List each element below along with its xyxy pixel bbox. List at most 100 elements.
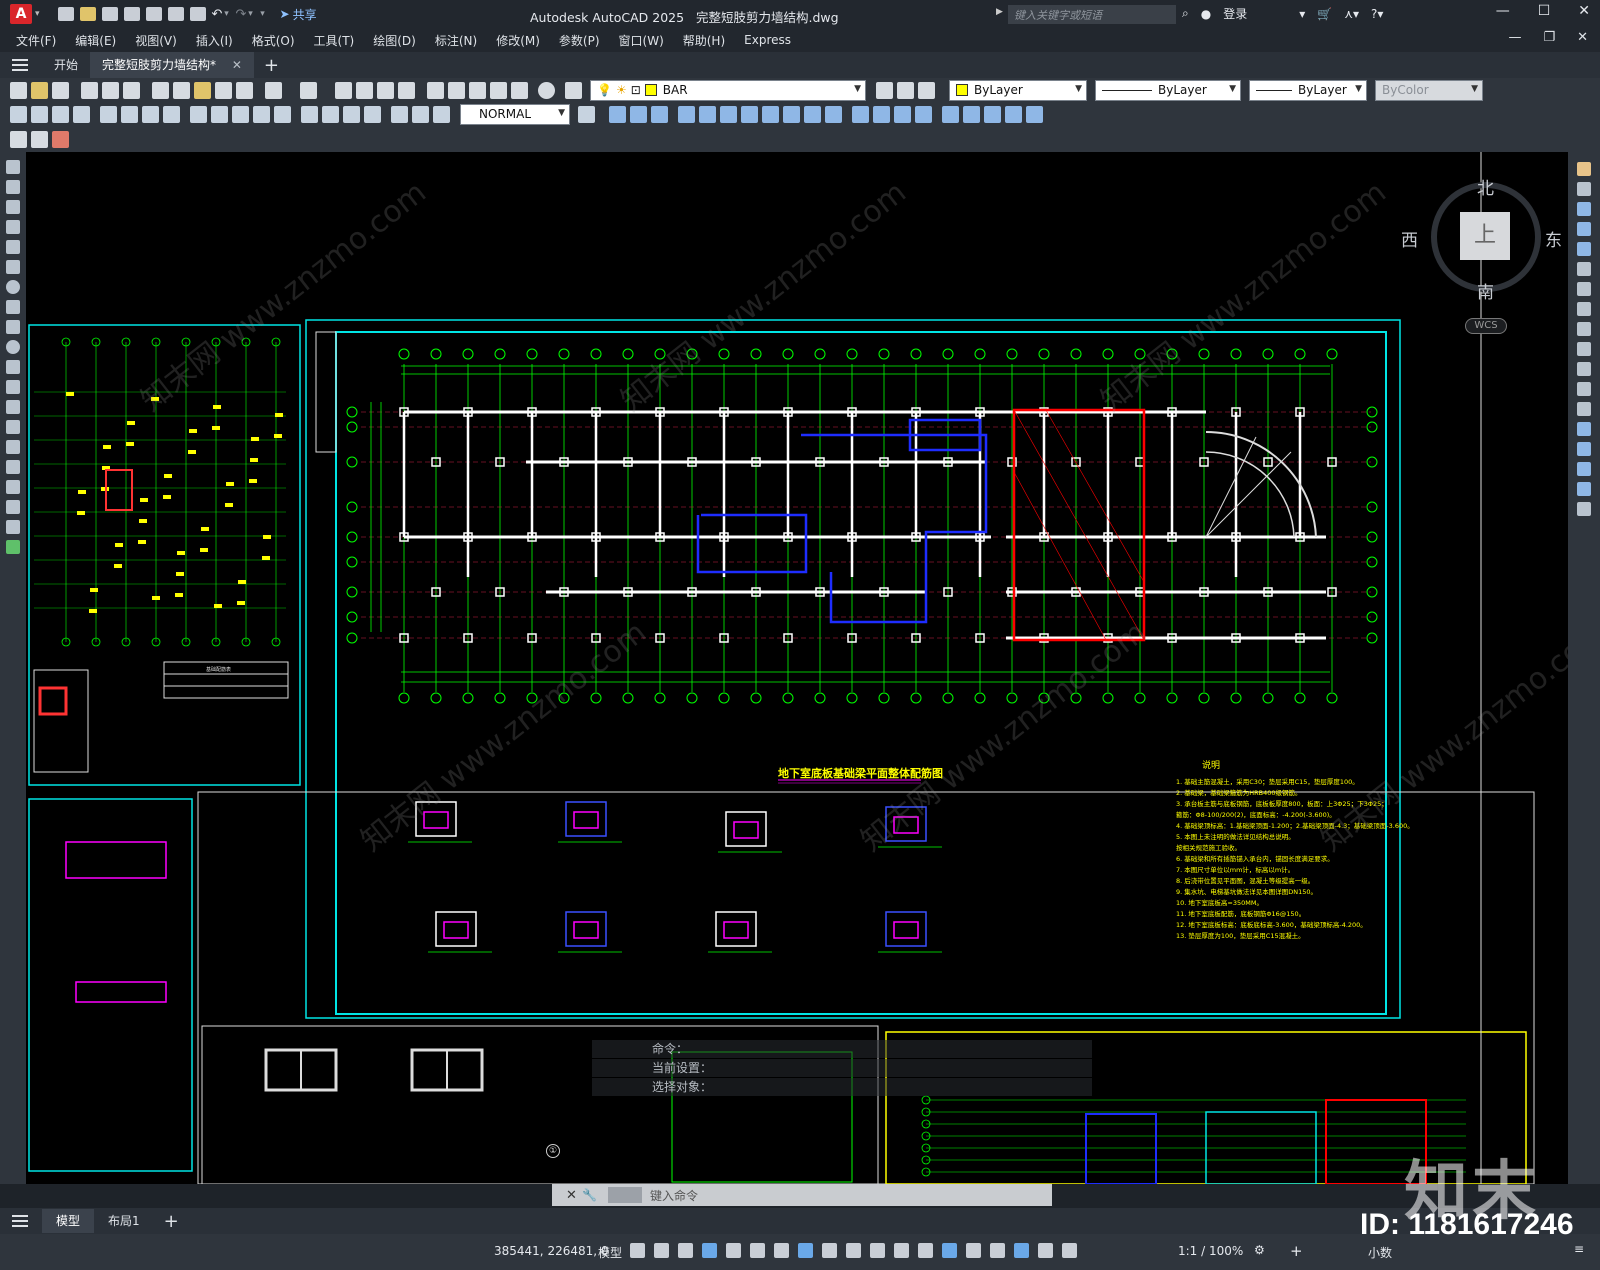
menu-window[interactable]: 窗口(W) bbox=[619, 32, 664, 49]
open-web-icon[interactable] bbox=[145, 7, 162, 21]
jogged-dimension-icon[interactable] bbox=[121, 105, 138, 123]
drawing-canvas[interactable]: 地下室底板基础梁平面整体配筋图 说明 1. 基础主筋混凝土，采用C30；垫层采用… bbox=[26, 152, 1568, 1184]
doc-restore-icon[interactable]: ❐ bbox=[1543, 30, 1555, 45]
auto-scale-icon[interactable] bbox=[1038, 1243, 1053, 1258]
copy-object-icon[interactable] bbox=[1577, 182, 1591, 196]
circle-icon[interactable] bbox=[6, 280, 20, 294]
scale-icon[interactable] bbox=[1577, 302, 1591, 316]
model-space-toggle[interactable]: 模型 bbox=[598, 1244, 622, 1261]
pyramid-3d-icon[interactable] bbox=[741, 105, 758, 123]
lineweight-dropdown[interactable]: ByLayer ▼ bbox=[1249, 79, 1367, 101]
join-icon[interactable] bbox=[1577, 422, 1591, 436]
menu-format[interactable]: 格式(O) bbox=[252, 32, 295, 49]
blend-curves-icon[interactable] bbox=[1577, 482, 1591, 496]
union-icon[interactable] bbox=[873, 105, 890, 123]
stretch-icon[interactable] bbox=[1577, 322, 1591, 336]
erase-icon[interactable] bbox=[1577, 162, 1591, 176]
account-dropdown-icon[interactable]: ▾ bbox=[1299, 7, 1305, 21]
help-icon[interactable]: ?▾ bbox=[1371, 7, 1383, 21]
spline-icon[interactable] bbox=[6, 320, 20, 334]
tolerance-icon[interactable] bbox=[301, 105, 318, 123]
sphere-3d-icon[interactable] bbox=[678, 105, 695, 123]
layer-previous-icon[interactable] bbox=[897, 81, 914, 99]
sheet-edit-icon[interactable] bbox=[10, 130, 27, 148]
properties-icon[interactable] bbox=[427, 81, 444, 99]
construction-line-icon[interactable] bbox=[6, 180, 20, 194]
app-logo[interactable]: A bbox=[10, 4, 32, 24]
subtract-icon[interactable] bbox=[894, 105, 911, 123]
design-center-icon[interactable] bbox=[448, 81, 465, 99]
center-mark-icon[interactable] bbox=[322, 105, 339, 123]
break-icon[interactable] bbox=[1577, 402, 1591, 416]
point-icon[interactable] bbox=[6, 420, 20, 434]
offset-icon[interactable] bbox=[1577, 222, 1591, 236]
save-as-icon[interactable] bbox=[123, 7, 140, 21]
tab-active-drawing[interactable]: 完整短肢剪力墙结构* ✕ bbox=[90, 52, 254, 78]
intersect-icon[interactable] bbox=[915, 105, 932, 123]
new-file-icon[interactable] bbox=[57, 7, 74, 21]
object-snap-icon[interactable] bbox=[822, 1243, 837, 1258]
extend-icon[interactable] bbox=[1577, 362, 1591, 376]
move-icon[interactable] bbox=[1577, 262, 1591, 276]
cylinder-3d-icon[interactable] bbox=[699, 105, 716, 123]
compass-west[interactable]: 西 bbox=[1401, 226, 1418, 251]
linetype-dropdown[interactable]: ByLayer ▼ bbox=[1095, 79, 1241, 101]
box-3d-icon[interactable] bbox=[609, 105, 626, 123]
torus-3d-icon[interactable] bbox=[720, 105, 737, 123]
redo-dropdown-icon[interactable]: ▾ bbox=[248, 9, 254, 19]
color-dropdown[interactable]: ByLayer ▼ bbox=[949, 79, 1087, 101]
dimension-text-edit-icon[interactable] bbox=[412, 105, 429, 123]
tool-palettes-icon[interactable] bbox=[469, 81, 486, 99]
cut-icon[interactable] bbox=[152, 81, 169, 99]
save-web-icon[interactable] bbox=[167, 7, 184, 21]
trim-icon[interactable] bbox=[1577, 342, 1591, 356]
zoom-realtime-icon[interactable] bbox=[356, 81, 373, 99]
ortho-icon[interactable] bbox=[726, 1243, 741, 1258]
extrude-icon[interactable] bbox=[783, 105, 800, 123]
inspection-icon[interactable] bbox=[343, 105, 360, 123]
ellipse-icon[interactable] bbox=[6, 340, 20, 354]
radius-dimension-icon[interactable] bbox=[100, 105, 117, 123]
selection-cycling-icon[interactable] bbox=[894, 1243, 909, 1258]
zoom-previous-icon[interactable] bbox=[398, 81, 415, 99]
app-menu-chevron-icon[interactable]: ▾ bbox=[35, 9, 40, 19]
share-button[interactable]: ➤ 共享 bbox=[280, 6, 317, 23]
compass-north[interactable]: 北 bbox=[1477, 174, 1494, 199]
redo-icon[interactable] bbox=[300, 81, 317, 99]
menu-file[interactable]: 文件(F) bbox=[16, 32, 56, 49]
quick-dimension-icon[interactable] bbox=[190, 105, 207, 123]
make-block-icon[interactable] bbox=[6, 400, 20, 414]
compass-south[interactable]: 南 bbox=[1477, 278, 1494, 303]
object-snap-tracking-icon[interactable] bbox=[798, 1243, 813, 1258]
dimension-space-icon[interactable] bbox=[253, 105, 270, 123]
tab-model[interactable]: 模型 bbox=[42, 1209, 95, 1233]
dimension-style-icon[interactable] bbox=[578, 105, 595, 123]
plotstyle-dropdown[interactable]: ByColor ▼ bbox=[1375, 79, 1483, 101]
undo-dropdown-icon[interactable]: ▾ bbox=[224, 9, 230, 19]
3d-array-icon[interactable] bbox=[1026, 105, 1043, 123]
loft-icon[interactable] bbox=[852, 105, 869, 123]
dynamic-ucs-icon[interactable] bbox=[942, 1243, 957, 1258]
jogged-linear-icon[interactable] bbox=[364, 105, 381, 123]
hatch-icon[interactable] bbox=[6, 440, 20, 454]
zoom-window-icon[interactable] bbox=[377, 81, 394, 99]
search-expand-icon[interactable]: ▶ bbox=[996, 7, 1003, 17]
arc-icon[interactable] bbox=[6, 260, 20, 274]
multiline-text-icon[interactable] bbox=[6, 520, 20, 534]
grid-icon[interactable] bbox=[630, 1243, 645, 1258]
polyline-icon[interactable] bbox=[6, 200, 20, 214]
annotation-monitor-icon[interactable]: + bbox=[1290, 1242, 1303, 1260]
transparency-icon[interactable] bbox=[870, 1243, 885, 1258]
user-icon[interactable]: ● bbox=[1201, 7, 1211, 21]
match-properties-icon[interactable] bbox=[215, 81, 232, 99]
array-icon[interactable] bbox=[1577, 242, 1591, 256]
selection-filter-icon[interactable] bbox=[966, 1243, 981, 1258]
hamburger-menu-icon[interactable] bbox=[12, 59, 28, 71]
menu-parametric[interactable]: 参数(P) bbox=[559, 32, 600, 49]
dimension-edit-icon[interactable] bbox=[391, 105, 408, 123]
sweep-icon[interactable] bbox=[825, 105, 842, 123]
fillet-icon[interactable] bbox=[1577, 462, 1591, 476]
pan-icon[interactable] bbox=[335, 81, 352, 99]
chamfer-icon[interactable] bbox=[1577, 442, 1591, 456]
plot-preview-icon[interactable] bbox=[102, 81, 119, 99]
